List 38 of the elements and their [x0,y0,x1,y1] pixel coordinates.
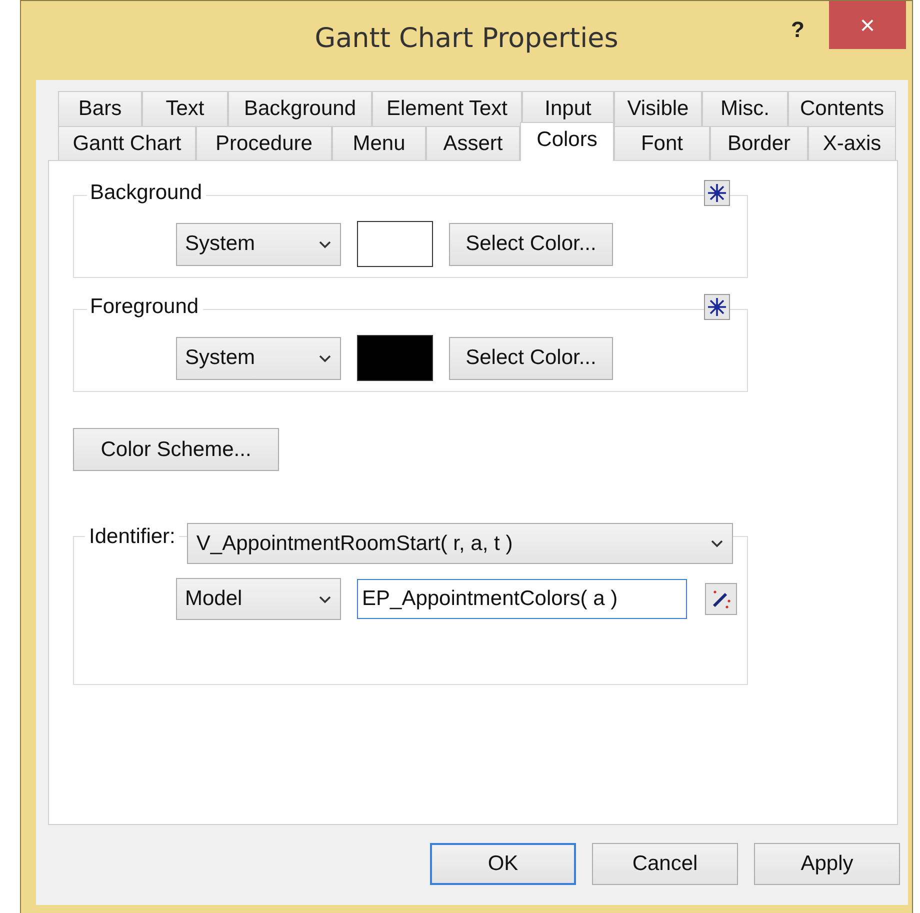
source-dropdown[interactable]: Model [176,578,341,620]
chevron-down-icon [710,538,724,549]
tab[interactable]: Text [142,91,228,126]
asterisk-button[interactable] [704,294,730,320]
tab[interactable]: Visible [614,91,702,126]
tab[interactable]: X-axis [808,126,896,161]
asterisk-button[interactable] [704,180,730,206]
identifier-dropdown[interactable]: V_AppointmentRoomStart( r, a, t ) [187,523,734,564]
color-scheme-button[interactable]: Color Scheme... [73,428,279,471]
tab[interactable]: Element Text [372,91,522,126]
tab[interactable]: Procedure [196,126,332,161]
tab[interactable]: Menu [332,126,426,161]
chevron-down-icon [318,352,332,364]
tab[interactable]: Misc. [702,91,788,126]
tab[interactable]: Contents [788,91,896,126]
chevron-down-icon [318,594,332,604]
tab[interactable]: Font [614,126,710,161]
tab[interactable]: Border [710,126,808,161]
group-label: Foreground [87,295,203,319]
group-label: Background [87,181,206,205]
tab[interactable]: Assert [426,126,520,161]
tab[interactable]: Colors [520,122,614,161]
expression-field[interactable]: EP_AppointmentColors( a ) [357,579,687,619]
mode-dropdown[interactable]: System [176,336,341,380]
help-button[interactable]: ? [791,17,804,43]
magic-wand-button[interactable] [705,583,737,615]
select-color-button[interactable]: Select Color... [449,222,613,266]
tab[interactable]: Gantt Chart [58,126,196,161]
tab[interactable]: Bars [58,91,142,126]
close-button[interactable]: × [829,1,906,49]
dialog-button[interactable]: Cancel [592,843,738,885]
window-title: Gantt Chart Properties [314,23,618,56]
mode-dropdown[interactable]: System [176,222,341,266]
dialog-button[interactable]: Apply [754,843,900,885]
chevron-down-icon [318,238,332,250]
tab[interactable]: Background [228,91,372,126]
select-color-button[interactable]: Select Color... [449,336,613,380]
dialog-button[interactable]: OK [430,843,576,885]
